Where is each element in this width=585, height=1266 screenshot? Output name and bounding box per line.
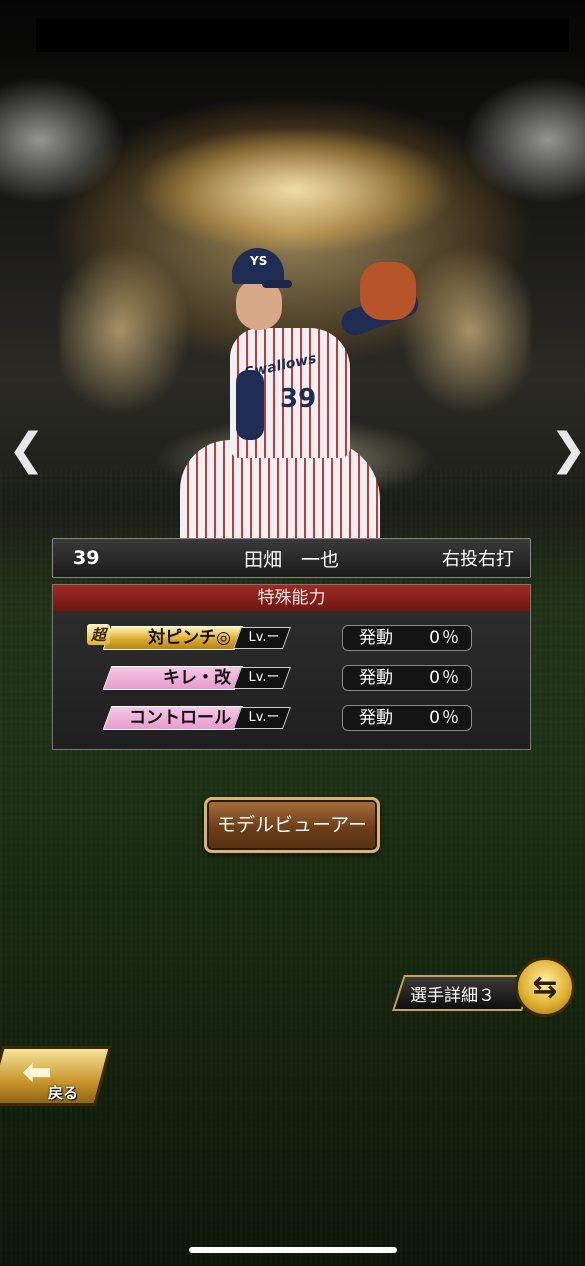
player-throw-bat: 右投右打 — [442, 549, 514, 570]
activation-label: 発動 — [359, 708, 393, 728]
ability-name: 対ピンチ◎ — [148, 628, 231, 648]
activation-box: 発動 0％ — [342, 625, 472, 651]
ability-name: キレ・改 — [163, 668, 231, 688]
chevron-right-icon[interactable]: ❯ — [550, 428, 585, 472]
model-viewer-button[interactable]: モデルビューアー — [204, 797, 380, 853]
ability-row[interactable]: 超 対ピンチ◎ Lv.ー 発動 0％ — [53, 624, 530, 652]
back-label: 戻る — [48, 1084, 79, 1102]
jersey-number: 39 — [280, 384, 317, 414]
player-cap: YS — [232, 248, 292, 288]
top-black-bar — [36, 18, 569, 52]
ability-row[interactable]: キレ・改 Lv.ー 発動 0％ — [53, 665, 530, 692]
activation-label: 発動 — [359, 668, 393, 688]
player-image: Swallows 39 YS — [170, 240, 430, 560]
special-abilities-panel: 特殊能力 超 対ピンチ◎ Lv.ー 発動 0％ キレ・改 Lv.ー 発動 0％ … — [52, 584, 531, 750]
ability-level: Lv.ー — [248, 630, 280, 645]
activation-value: 0％ — [429, 708, 461, 728]
baseball-glove — [360, 262, 416, 320]
player-detail-label: 選手詳細３ — [410, 986, 495, 1006]
ability-name: コントロール — [129, 708, 231, 728]
home-indicator[interactable] — [189, 1247, 397, 1253]
player-left-arm — [236, 370, 264, 440]
player-info-bar: 39 田畑 一也 右投右打 — [52, 538, 531, 578]
ability-level: Lv.ー — [248, 710, 280, 725]
abilities-header: 特殊能力 — [53, 585, 530, 611]
ability-level: Lv.ー — [248, 670, 280, 685]
activation-label: 発動 — [359, 628, 393, 648]
activation-value: 0％ — [429, 668, 461, 688]
chevron-left-icon[interactable]: ❮ — [8, 428, 45, 472]
cycle-icon[interactable]: ⇆ — [515, 957, 575, 1017]
ability-row[interactable]: コントロール Lv.ー 発動 0％ — [53, 705, 530, 732]
activation-box: 発動 0％ — [342, 705, 472, 731]
activation-box: 発動 0％ — [342, 665, 472, 691]
activation-value: 0％ — [429, 628, 461, 648]
cap-logo: YS — [250, 254, 268, 268]
